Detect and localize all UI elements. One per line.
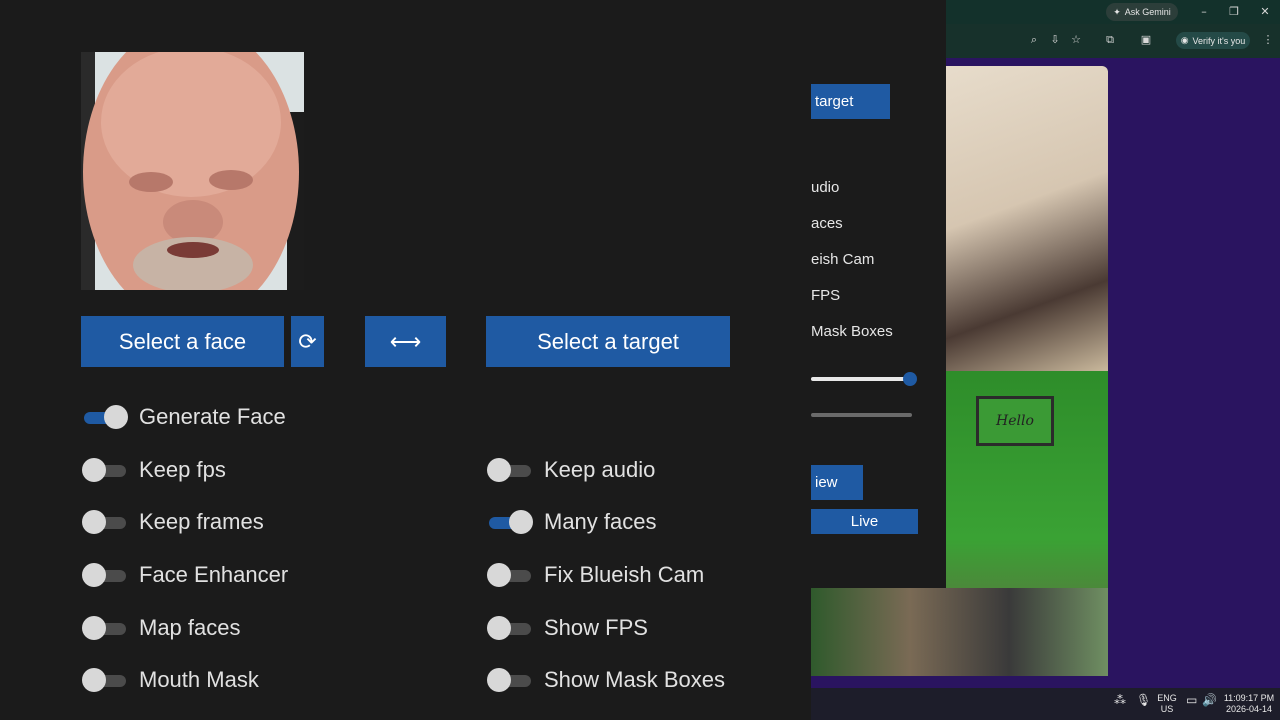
language-indicator[interactable]: ENG US (1155, 693, 1179, 715)
toggle-map-faces[interactable]: Map faces (82, 613, 241, 643)
toggle-fix-blueish-cam[interactable]: Fix Blueish Cam (487, 560, 704, 590)
select-face-button[interactable]: Select a face (81, 316, 284, 367)
show-mask-boxes-switch[interactable] (487, 668, 531, 692)
app2-slider-track[interactable] (811, 413, 912, 417)
app2-row-many-faces: aces (811, 215, 843, 232)
video-feed-top (946, 66, 1108, 371)
show-fps-switch[interactable] (487, 616, 531, 640)
toggle-many-faces[interactable]: Many faces (487, 507, 657, 537)
many-faces-switch[interactable] (487, 510, 533, 534)
many-faces-label: Many faces (544, 509, 657, 534)
app2-slider-fill (811, 377, 910, 381)
verify-chip[interactable]: ◉ Verify it's you (1176, 32, 1250, 49)
mouth-mask-switch[interactable] (82, 668, 126, 692)
ask-gemini-button[interactable]: ✦ Ask Gemini (1106, 3, 1178, 21)
gemini-sparkle-icon: ✦ (1113, 6, 1121, 17)
app2-row-show-fps: FPS (811, 287, 841, 304)
hello-sign: Hello (976, 396, 1054, 446)
verify-label: Verify it's you (1192, 35, 1246, 46)
ask-gemini-label: Ask Gemini (1124, 7, 1171, 17)
show-fps-label: Show FPS (544, 615, 648, 640)
keep-fps-switch[interactable] (82, 458, 126, 482)
video-call-panel: Hello ▭ (946, 66, 1108, 676)
keep-frames-label: Keep frames (139, 509, 264, 534)
keep-audio-switch[interactable] (487, 458, 531, 482)
fix-blueish-cam-switch[interactable] (487, 563, 531, 587)
app2-live-button[interactable]: Live (811, 509, 918, 534)
refresh-icon[interactable]: ⟳ (291, 316, 324, 367)
app2-preview-button[interactable]: iew (811, 465, 863, 500)
taskbar: ⁂ 🎙 ENG US ▭ 🔊 11:09:17 PM 2026-04-14 (811, 688, 1280, 720)
install-icon[interactable]: ⇩ (1048, 33, 1062, 47)
close-icon[interactable]: ✕ (1257, 4, 1273, 20)
toggle-keep-audio[interactable]: Keep audio (487, 455, 655, 485)
face-enhancer-label: Face Enhancer (139, 562, 289, 587)
generate-face-label: Generate Face (139, 404, 286, 429)
app2-row-keep-audio: udio (811, 179, 840, 196)
toggle-show-fps[interactable]: Show FPS (487, 613, 648, 643)
extensions-icon[interactable]: ⧉ (1103, 33, 1117, 47)
toggle-keep-fps[interactable]: Keep fps (82, 455, 226, 485)
network-icon[interactable]: ⁂ (1114, 694, 1126, 706)
toggle-mouth-mask[interactable]: Mouth Mask (82, 665, 259, 695)
app2-select-target-button[interactable]: target (811, 84, 890, 119)
sidepanel-icon[interactable]: ▣ (1139, 33, 1153, 47)
video-feed-strip (811, 588, 1108, 676)
toggle-generate-face[interactable]: Generate Face (82, 402, 286, 432)
star-icon[interactable]: ☆ (1069, 33, 1083, 47)
mic-icon[interactable]: 🎙 (1136, 694, 1151, 706)
keep-fps-label: Keep fps (139, 457, 226, 482)
restore-icon[interactable]: ❐ (1226, 4, 1242, 20)
clock[interactable]: 11:09:17 PM 2026-04-14 (1221, 693, 1277, 715)
profile-icon: ◉ (1180, 35, 1189, 45)
volume-icon[interactable]: 🔊 (1202, 694, 1217, 706)
secondary-app-window: target udio aces eish Cam FPS Mask Boxes… (811, 0, 946, 588)
map-faces-switch[interactable] (82, 616, 126, 640)
app2-row-fix-blueish: eish Cam (811, 251, 875, 268)
main-app-window: Select a face ⟳ ⟷ Select a target Genera… (0, 0, 811, 720)
source-face-preview (81, 52, 304, 290)
clock-date: 2026-04-14 (1225, 704, 1273, 714)
keep-audio-label: Keep audio (544, 457, 656, 482)
app2-row-show-mask: Mask Boxes (811, 323, 893, 340)
fix-blueish-cam-label: Fix Blueish Cam (544, 562, 705, 587)
lang-code: ENG (1157, 693, 1177, 703)
face-image (81, 52, 304, 290)
map-faces-label: Map faces (139, 615, 241, 640)
display-icon[interactable]: ▭ (1186, 694, 1197, 706)
clock-time: 11:09:17 PM (1223, 693, 1275, 703)
swap-icon[interactable]: ⟷ (365, 316, 446, 367)
menu-dots-icon[interactable]: ⋮ (1261, 33, 1275, 47)
toggle-face-enhancer[interactable]: Face Enhancer (82, 560, 288, 590)
zoom-icon[interactable]: ⌕ (1027, 33, 1041, 47)
toggle-show-mask-boxes[interactable]: Show Mask Boxes (487, 665, 725, 695)
show-mask-boxes-label: Show Mask Boxes (544, 667, 725, 692)
face-enhancer-switch[interactable] (82, 563, 126, 587)
minimize-icon[interactable]: – (1196, 4, 1212, 20)
select-target-button[interactable]: Select a target (486, 316, 730, 367)
mouth-mask-label: Mouth Mask (139, 667, 259, 692)
lang-region: US (1160, 704, 1174, 714)
toggle-keep-frames[interactable]: Keep frames (82, 507, 264, 537)
app2-slider-handle[interactable] (903, 372, 917, 386)
keep-frames-switch[interactable] (82, 510, 126, 534)
generate-face-switch[interactable] (82, 405, 128, 429)
